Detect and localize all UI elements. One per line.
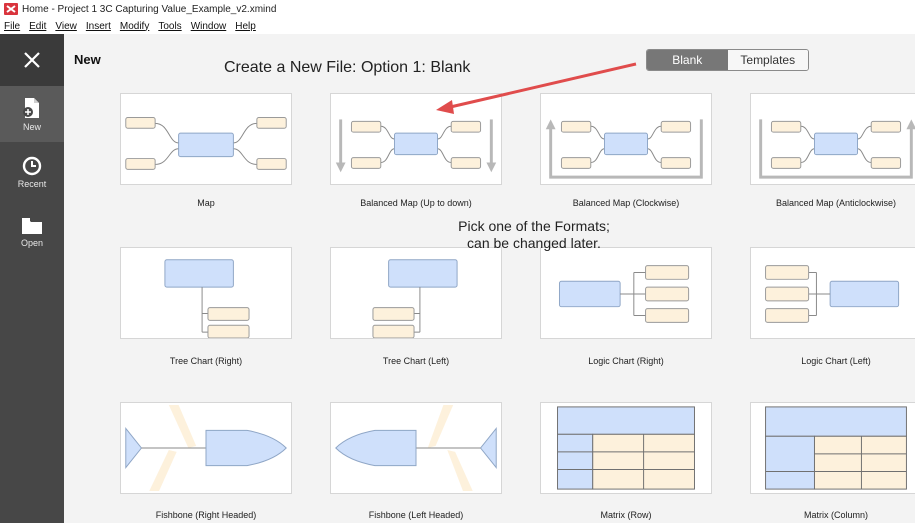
menu-help[interactable]: Help [235,21,256,32]
sidebar-item-recent[interactable]: Recent [0,144,64,200]
fishbone-left-headed-preview [335,404,497,492]
clock-icon [22,156,42,175]
logic-chart-right-preview [558,265,690,323]
map-preview [125,116,287,170]
template-matrix-row[interactable] [540,402,712,494]
menu-tools[interactable]: Tools [158,21,181,32]
close-button[interactable] [0,34,64,86]
template-label: Tree Chart (Right) [169,356,243,366]
sidebar: New Recent Open [0,34,64,523]
template-balanced-map-clockwise[interactable] [540,93,712,185]
template-balanced-map-up-to-down[interactable] [330,93,502,185]
template-label: Matrix (Row) [600,510,652,520]
window-title: Home - Project 1 3C Capturing Value_Exam… [22,3,277,15]
template-map[interactable] [120,93,292,185]
sidebar-item-label: New [22,121,41,132]
menu-file[interactable]: File [4,21,20,32]
annotation-text: Create a New File: Option 1: Blank [224,59,471,76]
template-logic-chart-left[interactable] [750,247,915,339]
menu-insert[interactable]: Insert [86,21,111,32]
sidebar-item-label: Open [20,237,44,248]
menu-bar: File Edit View Insert Modify Tools Windo… [0,18,915,34]
header-bar: New Create a New File: Option 1: Blank B… [64,34,915,86]
sidebar-item-label: Recent [17,178,47,189]
template-gallery: Map Balanced Map (Up to down) Balanced M… [64,86,915,523]
menu-edit[interactable]: Edit [29,21,46,32]
balanced-map-up-to-down-preview [335,119,497,173]
template-matrix-column[interactable] [750,402,915,494]
close-icon [24,52,40,68]
blank-tab[interactable]: Blank [647,50,728,70]
page-title: New [74,52,101,67]
format-hint-line-1: Pick one of the Formats; [458,218,610,234]
template-label: Map [197,198,215,208]
template-label: Balanced Map (Anticlockwise) [775,198,897,208]
sidebar-item-open[interactable]: Open [0,204,64,260]
tree-chart-left-preview [372,259,458,338]
template-label: Fishbone (Left Headed) [368,510,464,520]
xmind-logo-icon [4,3,18,15]
template-fishbone-right-headed[interactable] [120,402,292,494]
tree-chart-right-preview [164,259,250,338]
matrix-row-preview [557,406,695,490]
template-tree-chart-left[interactable] [330,247,502,339]
xmind-home-window: Home - Project 1 3C Capturing Value_Exam… [0,0,915,523]
title-bar: Home - Project 1 3C Capturing Value_Exam… [0,0,915,18]
template-label: Tree Chart (Left) [382,356,450,366]
matrix-column-preview [765,406,907,490]
logic-chart-left-preview [765,265,900,323]
template-balanced-map-anticlockwise[interactable] [750,93,915,185]
new-file-icon [23,97,39,118]
template-label: Logic Chart (Left) [801,356,871,366]
menu-window[interactable]: Window [191,21,227,32]
template-logic-chart-right[interactable] [540,247,712,339]
format-hint-line-2: can be changed later. [467,235,601,251]
sidebar-item-new[interactable]: New [0,86,64,142]
blank-templates-toggle: Blank Templates [646,49,809,71]
template-label: Matrix (Column) [803,510,868,520]
folder-icon [22,217,42,234]
balanced-map-clockwise-preview [545,119,703,179]
fishbone-right-headed-preview [125,404,287,492]
format-hint-text: Pick one of the Formats; can be changed … [429,218,639,252]
template-tree-chart-right[interactable] [120,247,292,339]
balanced-map-anticlockwise-preview [759,119,915,179]
template-label: Balanced Map (Clockwise) [572,198,680,208]
template-label: Fishbone (Right Headed) [155,510,257,520]
template-fishbone-left-headed[interactable] [330,402,502,494]
menu-view[interactable]: View [55,21,77,32]
template-label: Balanced Map (Up to down) [360,198,472,208]
templates-tab[interactable]: Templates [727,50,808,70]
menu-modify[interactable]: Modify [120,21,149,32]
template-label: Logic Chart (Right) [588,356,664,366]
